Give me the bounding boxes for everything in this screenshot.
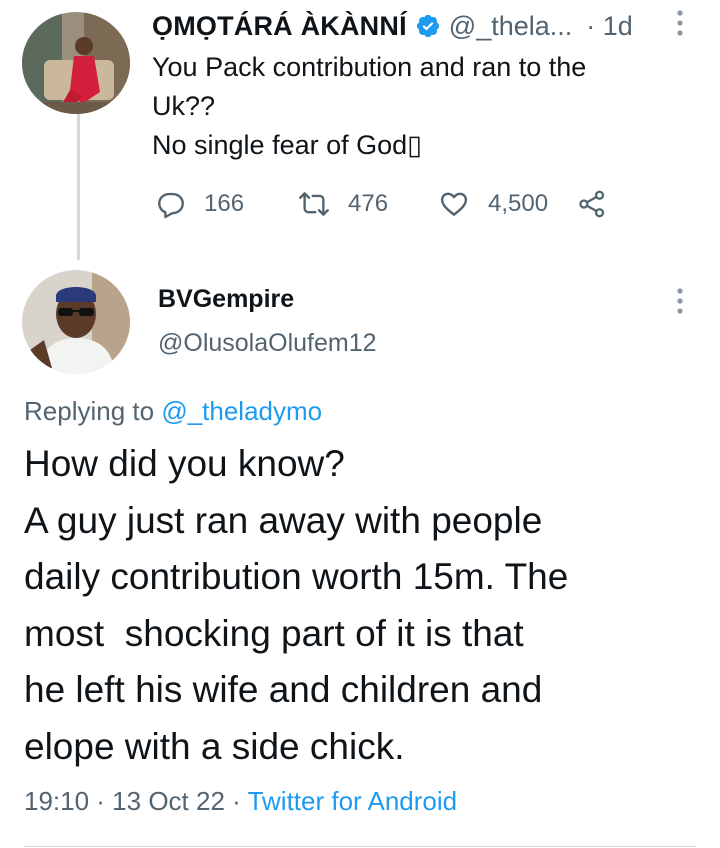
divider xyxy=(24,846,696,847)
retweet-button[interactable]: 476 xyxy=(298,184,388,224)
share-nodes-icon xyxy=(579,190,605,218)
reply-author-handle[interactable]: @OlusolaOlufem12 xyxy=(158,326,377,360)
reply-count: 166 xyxy=(204,190,245,217)
tweet-source-link[interactable]: Twitter for Android xyxy=(248,786,458,816)
like-button[interactable]: 4,500 xyxy=(438,184,548,224)
more-options-icon[interactable] xyxy=(674,286,686,316)
tweet-text-line: You Pack contribution and ran to the xyxy=(152,52,587,82)
replying-to-line: Replying to @_theladymo xyxy=(24,396,322,427)
tweet-meta: 19:10 · 13 Oct 22 · Twitter for Android xyxy=(24,786,457,817)
thread-connector-line xyxy=(77,114,80,260)
share-button[interactable] xyxy=(577,184,607,224)
tweet-text-line: A guy just ran away with people xyxy=(24,499,543,541)
heart-icon xyxy=(440,192,468,216)
tweet-text-line: No single fear of God▯ xyxy=(152,130,422,160)
reply-button[interactable]: 166 xyxy=(156,184,244,224)
reply-tweet-text: How did you know? A guy just ran away wi… xyxy=(24,436,704,775)
parent-tweet-text: You Pack contribution and ran to the Uk?… xyxy=(152,48,692,165)
like-count: 4,500 xyxy=(488,190,549,217)
tweet-text-line: daily contribution worth 15m. The xyxy=(24,556,569,597)
author-handle[interactable]: @_thela... xyxy=(449,11,572,42)
reply-author-display-name[interactable]: BVGempire xyxy=(158,282,377,316)
tweet-timestamp[interactable]: 19:10 · 13 Oct 22 · xyxy=(24,786,241,816)
verified-badge-icon xyxy=(415,13,441,39)
tweet-text-line: elope with a side chick. xyxy=(24,725,405,767)
reply-author-block: BVGempire @OlusolaOlufem12 xyxy=(158,282,377,360)
replying-to-label: Replying to xyxy=(24,396,155,426)
retweet-count: 476 xyxy=(348,190,389,217)
avatar-bvgempire[interactable] xyxy=(22,270,130,374)
tweet-text-line: How did you know? xyxy=(24,443,345,484)
replying-to-mention-link[interactable]: @_theladymo xyxy=(161,396,322,426)
retweet-arrows-icon xyxy=(299,192,329,216)
tweet-text-line: most shocking part of it is that xyxy=(24,612,524,654)
tweet-author-row: ỌMỌTÁRÁ ÀKÀNNÍ @_thela... · 1d xyxy=(152,6,633,46)
tweet-text-line: Uk?? xyxy=(152,91,216,121)
tweet-time[interactable]: · 1d xyxy=(586,11,633,42)
author-display-name[interactable]: ỌMỌTÁRÁ ÀKÀNNÍ xyxy=(152,11,407,42)
tweet-text-line: he left his wife and children and xyxy=(24,669,543,710)
avatar-omotara[interactable] xyxy=(22,12,130,114)
more-options-icon[interactable] xyxy=(674,8,686,38)
tweet-action-bar: 166 476 4,500 xyxy=(152,184,672,224)
speech-bubble-icon xyxy=(158,192,184,219)
